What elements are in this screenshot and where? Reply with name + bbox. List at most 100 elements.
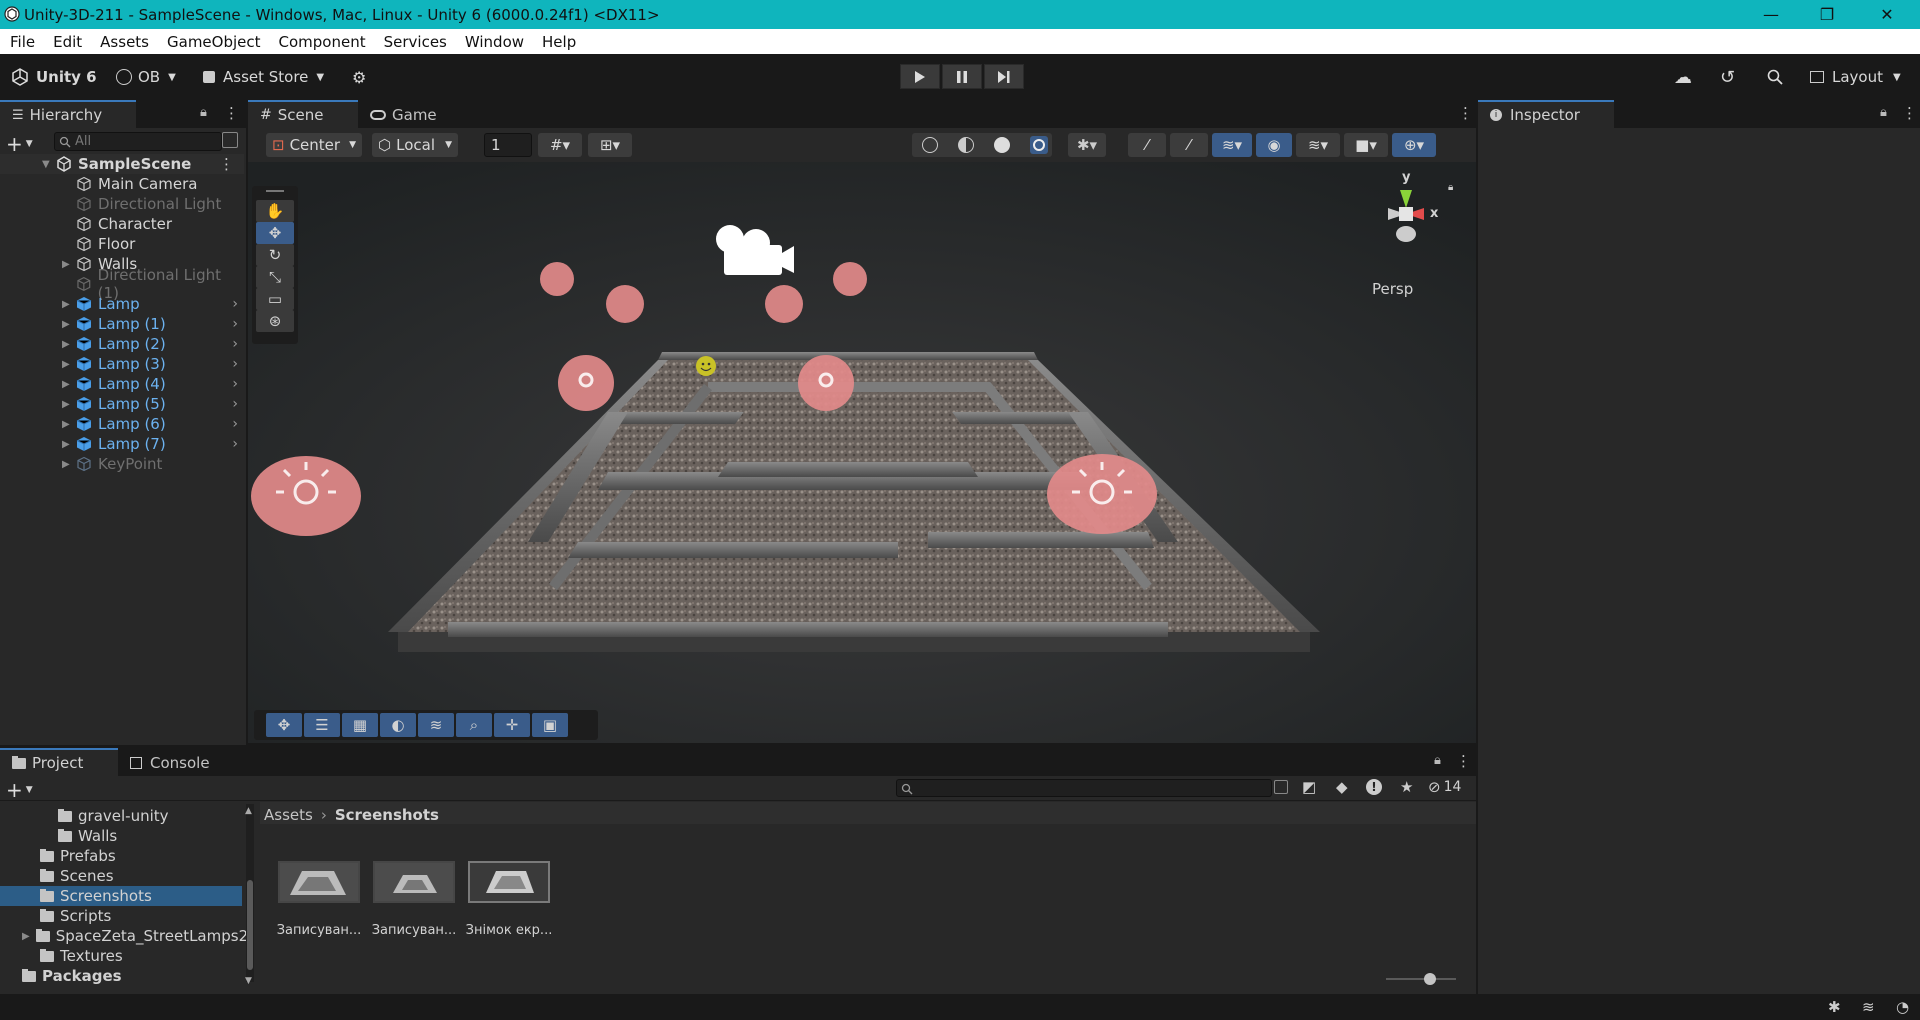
asset-thumbnail[interactable] (468, 861, 550, 903)
chevron-right-icon[interactable]: › (232, 316, 238, 332)
project-search-input[interactable] (896, 779, 1272, 797)
cache-server-icon[interactable]: ≋ (1862, 998, 1875, 1016)
more-icon[interactable]: ⋮ (1456, 752, 1471, 770)
more-icon[interactable]: ⋮ (219, 155, 234, 173)
hierarchy-item[interactable]: ▶ Lamp (2) › (0, 334, 244, 354)
create-asset-button[interactable]: + ▼ (6, 778, 33, 802)
hand-tool-button[interactable]: ✋ (256, 200, 294, 222)
hierarchy-item[interactable]: Main Camera (0, 174, 244, 194)
hierarchy-item[interactable]: Directional Light (0, 194, 244, 214)
space-mode-dropdown[interactable]: ⬡ Local ▼ (372, 133, 458, 157)
lock-icon[interactable]: 🔒︎ (1434, 753, 1441, 768)
menu-edit[interactable]: Edit (44, 33, 91, 51)
lit-sphere-icon[interactable] (1030, 136, 1048, 154)
expand-arrow-icon[interactable]: ▶ (62, 259, 70, 270)
menu-window[interactable]: Window (456, 33, 533, 51)
hierarchy-item[interactable]: ▶ Lamp (5) › (0, 394, 244, 414)
create-button[interactable]: + ▼ (6, 132, 33, 156)
project-folder[interactable]: Scripts (40, 906, 111, 926)
chevron-right-icon[interactable]: › (232, 296, 238, 312)
rect-tool-button[interactable]: ▭ (256, 288, 294, 310)
effects-dropdown[interactable]: ≋▾ (1212, 133, 1252, 157)
gizmos-dropdown[interactable]: ⊕▾ (1392, 133, 1436, 157)
overlay-search-button[interactable]: ⌕ (456, 713, 492, 737)
menu-services[interactable]: Services (375, 33, 456, 51)
unity-menu-button[interactable]: Unity 6 (10, 64, 97, 90)
search-button[interactable] (1767, 64, 1783, 90)
warning-icon[interactable]: ! (1366, 779, 1382, 795)
lock-icon[interactable]: 🔒︎ (1448, 182, 1453, 193)
hidden-packages-toggle[interactable]: ⊘ 14 (1428, 778, 1461, 796)
scroll-up-icon[interactable]: ▲ (245, 806, 252, 816)
menu-gameobject[interactable]: GameObject (158, 33, 270, 51)
menu-file[interactable]: File (0, 33, 44, 51)
menu-component[interactable]: Component (270, 33, 375, 51)
hierarchy-item[interactable]: Directional Light (1) (0, 266, 244, 302)
layout-dropdown[interactable]: Layout ▼ (1810, 64, 1901, 90)
expand-arrow-icon[interactable]: ▶ (62, 459, 70, 470)
expand-arrow-icon[interactable]: ▶ (62, 319, 70, 330)
version-control-button[interactable]: ⚙ (352, 64, 366, 90)
expand-arrow-icon[interactable]: ▶ (62, 419, 70, 430)
camera-settings-dropdown[interactable]: ■▾ (1344, 133, 1388, 157)
transform-tool-button[interactable]: ⊛ (256, 310, 294, 332)
pivot-mode-dropdown[interactable]: ⊡ Center ▼ (266, 133, 362, 157)
layers-dropdown[interactable]: ≋▾ (1296, 133, 1340, 157)
grid-snap-input[interactable]: 1 (484, 133, 532, 157)
overlay-lighting-button[interactable]: ◐ (380, 713, 416, 737)
scene-viewport[interactable]: ✋ ✥ ↻ ⤡ ▭ ⊛ y x 🔒︎ Persp ✥ ☰ ▦ ◐ ≋ ⌕ ✛ ▣ (248, 162, 1476, 743)
tab-console[interactable]: Console (118, 748, 222, 776)
activity-icon[interactable]: ◔ (1896, 998, 1909, 1016)
expand-arrow-icon[interactable]: ▶ (62, 299, 70, 310)
expand-arrow-icon[interactable]: ▶ (22, 931, 30, 942)
expand-arrow-icon[interactable]: ▶ (62, 379, 70, 390)
hierarchy-item[interactable]: ▶ Lamp (6) › (0, 414, 244, 434)
close-button[interactable]: ✕ (1864, 0, 1910, 29)
projection-toggle[interactable]: Persp (1372, 280, 1413, 298)
tab-hierarchy[interactable]: ☰ Hierarchy (0, 100, 136, 128)
tab-game[interactable]: Game (358, 100, 449, 128)
drag-handle[interactable] (266, 190, 284, 192)
history-button[interactable]: ↺ (1720, 64, 1735, 90)
chevron-right-icon[interactable]: › (232, 416, 238, 432)
breadcrumb-assets[interactable]: Assets (264, 806, 313, 824)
project-folder[interactable]: Scenes (40, 866, 114, 886)
overlay-settings-button[interactable]: ☰ (304, 713, 340, 737)
project-folder[interactable]: ▶ SpaceZeta_StreetLamps2 (22, 926, 248, 946)
tree-scrollbar[interactable] (246, 804, 254, 982)
lock-icon[interactable]: 🔒︎ (200, 105, 207, 120)
wireframe-sphere-icon[interactable] (922, 137, 938, 153)
chevron-right-icon[interactable]: › (232, 336, 238, 352)
snap-settings-dropdown[interactable]: ⊞▾ (588, 133, 632, 157)
tab-inspector[interactable]: i Inspector (1478, 100, 1614, 128)
expand-arrow-icon[interactable]: ▶ (62, 399, 70, 410)
breadcrumb-screenshots[interactable]: Screenshots (335, 806, 439, 824)
debug-draw-dropdown[interactable]: ✱▾ (1068, 133, 1106, 157)
scale-tool-button[interactable]: ⤡ (256, 266, 294, 288)
chevron-right-icon[interactable]: › (232, 396, 238, 412)
menu-help[interactable]: Help (533, 33, 585, 51)
play-button[interactable] (900, 64, 940, 89)
overlay-move-button[interactable]: ✥ (266, 713, 302, 737)
hierarchy-item[interactable]: ▶ Lamp (1) › (0, 314, 244, 334)
restore-button[interactable]: ❐ (1804, 0, 1850, 29)
more-icon[interactable]: ⋮ (1902, 104, 1917, 122)
hierarchy-scene-row[interactable]: ▼ SampleScene ⋮ (0, 154, 244, 174)
cloud-button[interactable]: ☁ (1674, 64, 1692, 90)
grid-visibility-dropdown[interactable]: #▾ (538, 133, 582, 157)
project-folder[interactable]: Walls (58, 826, 117, 846)
scrollbar-thumb[interactable] (247, 880, 253, 970)
search-filter-icon[interactable] (1274, 780, 1288, 794)
expand-arrow-icon[interactable]: ▶ (62, 359, 70, 370)
filter-type-icon[interactable]: ◩ (1302, 778, 1316, 796)
rotate-tool-button[interactable]: ↻ (256, 244, 294, 266)
hierarchy-item[interactable]: Character (0, 214, 244, 234)
expand-arrow-icon[interactable]: ▶ (62, 439, 70, 450)
hierarchy-item[interactable]: Floor (0, 234, 244, 254)
chevron-right-icon[interactable]: › (232, 376, 238, 392)
more-icon[interactable]: ⋮ (224, 104, 239, 122)
thumbnail-size-slider[interactable] (1386, 973, 1456, 985)
asset-store-dropdown[interactable]: Asset Store ▼ (203, 64, 324, 90)
bug-icon[interactable]: ✱ (1828, 998, 1841, 1016)
project-folder[interactable]: Prefabs (40, 846, 116, 866)
